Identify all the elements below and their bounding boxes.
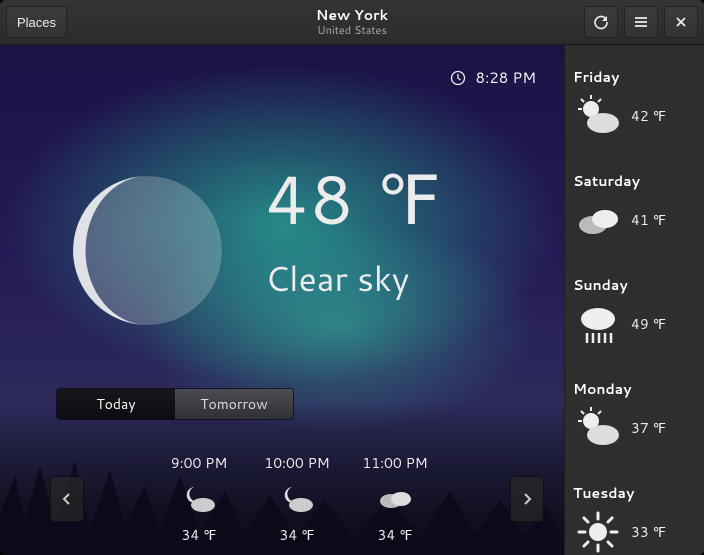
menu-button[interactable] [624,6,658,38]
forecast-day: Monday 37 ℉ [573,379,696,453]
main-panel: 8:28 PM 48 ℉ Clear sky Today Tomorrow [0,45,564,555]
hour-temp: 34 ℉ [378,525,413,545]
refresh-icon [593,14,609,30]
current-condition: Clear sky [265,254,443,302]
window: Places New York United States 8:28 PM [0,0,704,555]
few-clouds-night-icon [179,479,219,519]
forecast-temp: 49 ℉ [631,314,666,334]
current-temperature: 48 ℉ [265,150,443,246]
clock: 8:28 PM [450,67,536,88]
hour-temp: 34 ℉ [280,525,315,545]
tab-today[interactable]: Today [57,389,175,419]
hourly-next-button[interactable] [510,476,544,522]
headerbar: Places New York United States [0,0,704,45]
forecast-day-name: Saturday [573,171,696,191]
location-sub: United States [316,24,388,36]
clear-day-icon [573,507,623,555]
few-clouds-day-icon [573,91,623,141]
places-button[interactable]: Places [6,6,67,38]
hamburger-icon [633,14,649,30]
moon-icon [70,173,225,328]
forecast-day-name: Friday [573,67,696,87]
hour-item: 11:00 PM 34 ℉ [356,453,434,545]
clock-time: 8:28 PM [476,67,536,88]
overcast-icon [375,479,415,519]
close-icon [674,15,688,29]
hour-time: 11:00 PM [362,453,427,473]
hour-time: 9:00 PM [171,453,227,473]
close-button[interactable] [664,6,698,38]
header-title: New York United States [316,8,388,35]
forecast-day-name: Tuesday [573,483,696,503]
forecast-temp: 33 ℉ [631,522,666,542]
forecast-day-name: Sunday [573,275,696,295]
forecast-day: Sunday 49 ℉ [573,275,696,349]
hour-item: 10:00 PM 34 ℉ [258,453,336,545]
few-clouds-day-icon [573,403,623,453]
content: 8:28 PM 48 ℉ Clear sky Today Tomorrow [0,45,704,555]
current-weather: 48 ℉ Clear sky [265,150,443,302]
forecast-temp: 42 ℉ [631,106,666,126]
forecast-day-name: Monday [573,379,696,399]
forecast-day: Tuesday 33 ℉ [573,483,696,555]
forecast-day: Saturday 41 ℉ [573,171,696,245]
forecast-temp: 37 ℉ [631,418,666,438]
forecast-temp: 41 ℉ [631,210,666,230]
few-clouds-night-icon [277,479,317,519]
tab-tomorrow[interactable]: Tomorrow [175,389,293,419]
overcast-icon [573,195,623,245]
showers-icon [573,299,623,349]
hourly-list: 9:00 PM 34 ℉ 10:00 PM 34 ℉ [84,453,510,545]
hour-time: 10:00 PM [264,453,329,473]
refresh-button[interactable] [584,6,618,38]
clock-icon [450,70,466,86]
chevron-right-icon [522,492,532,506]
chevron-left-icon [62,492,72,506]
hourly-forecast: 9:00 PM 34 ℉ 10:00 PM 34 ℉ [50,453,544,545]
hourly-prev-button[interactable] [50,476,84,522]
day-selector: Today Tomorrow [56,388,294,420]
header-controls [584,6,698,38]
hour-temp: 34 ℉ [182,525,217,545]
hour-item: 9:00 PM 34 ℉ [160,453,238,545]
forecast-day: Friday 42 ℉ [573,67,696,141]
forecast-sidebar[interactable]: Friday 42 ℉ Saturday 41 ℉ Sund [564,45,704,555]
